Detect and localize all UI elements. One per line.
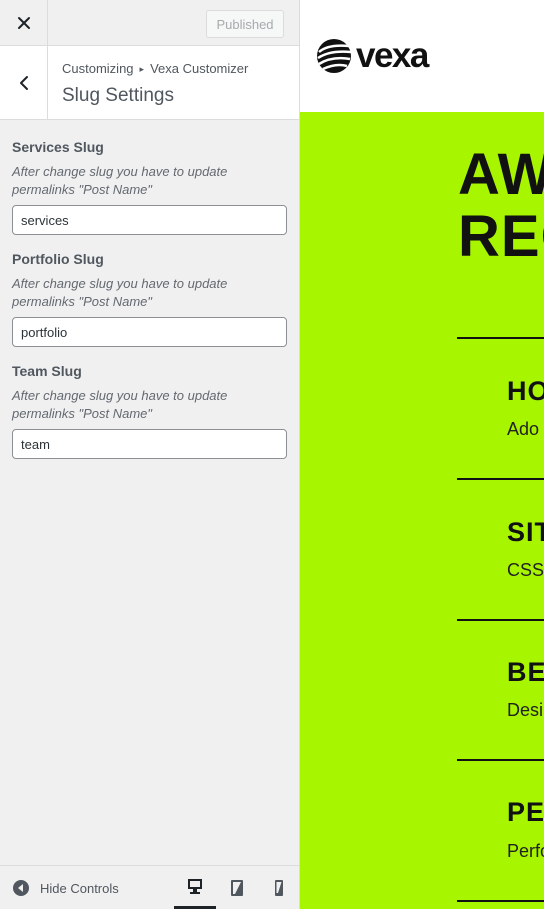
control-description: After change slug you have to update per… bbox=[12, 276, 228, 309]
control-portfolio-slug: Portfolio Slug After change slug you hav… bbox=[12, 251, 288, 347]
service-title[interactable]: BE bbox=[507, 657, 544, 688]
publish-button[interactable]: Published bbox=[206, 10, 284, 38]
service-divider bbox=[457, 337, 544, 339]
desktop-icon bbox=[188, 879, 202, 894]
logo-text: vexa bbox=[356, 36, 429, 75]
preview-mobile-button[interactable] bbox=[258, 866, 300, 909]
hero-section: AW REC HO Ado SIT CSS BE Desi PE Perfo bbox=[300, 112, 544, 909]
hero-title-line: AW bbox=[458, 142, 544, 207]
customizer-footer: Hide Controls bbox=[0, 865, 299, 909]
breadcrumb-separator: ▸ bbox=[139, 64, 145, 74]
portfolio-slug-input[interactable] bbox=[12, 317, 287, 347]
site-preview[interactable]: vexa AW REC HO Ado SIT CSS BE Desi PE Pe… bbox=[300, 0, 544, 909]
section-title: Slug Settings bbox=[62, 85, 174, 106]
section-header: Customizing ▸ Vexa Customizer Slug Setting… bbox=[0, 46, 299, 120]
service-divider bbox=[457, 619, 544, 621]
hero-title-line: REC bbox=[458, 204, 544, 269]
service-title[interactable]: PE bbox=[507, 797, 544, 828]
chevron-left-icon bbox=[19, 75, 28, 90]
service-description: Ado bbox=[507, 419, 540, 439]
hide-controls-button[interactable]: Hide Controls bbox=[12, 878, 119, 898]
service-divider bbox=[457, 900, 544, 902]
control-label: Services Slug bbox=[12, 139, 104, 155]
breadcrumb-parent: Vexa Customizer bbox=[150, 61, 249, 76]
preview-desktop-button[interactable] bbox=[174, 866, 216, 909]
customizer-panel: Published Customizing ▸ Vexa Customizer Sl… bbox=[0, 0, 300, 909]
service-divider bbox=[457, 478, 544, 480]
service-description: CSS bbox=[507, 560, 544, 580]
collapse-icon bbox=[13, 880, 29, 896]
control-description: After change slug you have to update per… bbox=[12, 164, 228, 197]
tablet-icon bbox=[231, 879, 243, 896]
team-slug-input[interactable] bbox=[12, 429, 287, 459]
services-slug-input[interactable] bbox=[12, 205, 287, 235]
site-logo[interactable]: vexa bbox=[316, 36, 429, 75]
service-description: Perfo bbox=[507, 841, 544, 861]
service-title[interactable]: HO bbox=[507, 376, 544, 407]
close-icon bbox=[17, 16, 30, 29]
service-description: Desi bbox=[507, 700, 544, 720]
back-button[interactable] bbox=[0, 46, 48, 119]
service-title[interactable]: SIT bbox=[507, 517, 544, 548]
vexa-logo-icon bbox=[317, 39, 352, 73]
hero-title: AW REC bbox=[458, 144, 544, 268]
control-team-slug: Team Slug After change slug you have to … bbox=[12, 363, 288, 459]
control-description: After change slug you have to update per… bbox=[12, 388, 228, 421]
preview-tablet-button[interactable] bbox=[216, 866, 258, 909]
customizer-header: Published bbox=[0, 0, 299, 46]
control-services-slug: Services Slug After change slug you have… bbox=[12, 139, 288, 235]
breadcrumb: Customizing ▸ Vexa Customizer bbox=[62, 61, 248, 76]
control-label: Portfolio Slug bbox=[12, 251, 104, 267]
breadcrumb-root: Customizing bbox=[62, 61, 134, 76]
mobile-icon bbox=[275, 879, 283, 896]
hide-controls-label: Hide Controls bbox=[40, 880, 119, 896]
control-label: Team Slug bbox=[12, 363, 82, 379]
service-divider bbox=[457, 759, 544, 761]
site-header: vexa bbox=[300, 0, 544, 112]
close-customizer-button[interactable] bbox=[0, 0, 48, 45]
